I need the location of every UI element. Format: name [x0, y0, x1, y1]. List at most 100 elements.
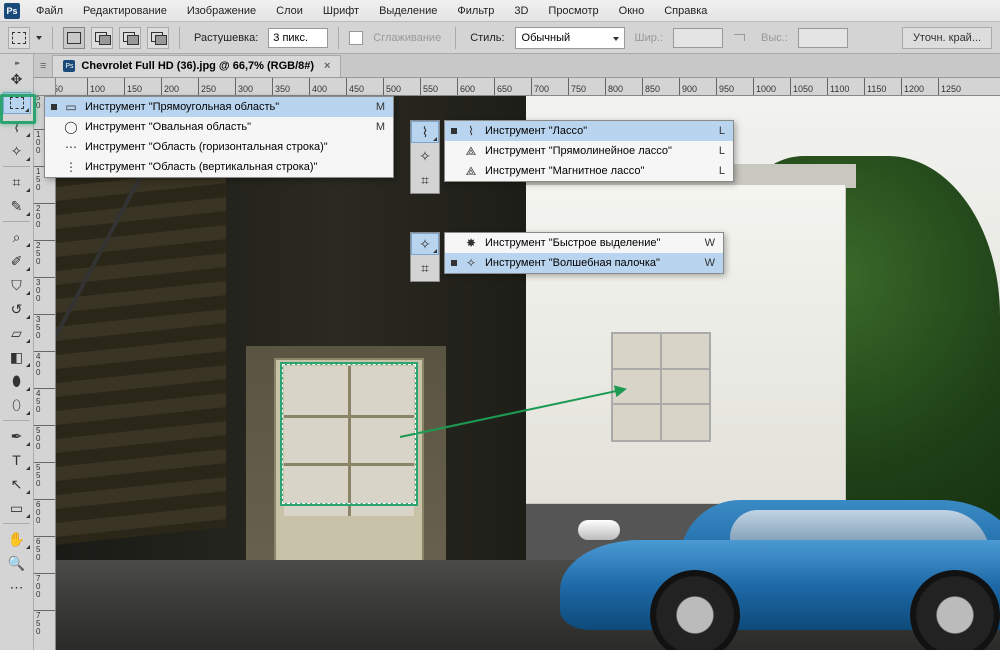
flyout-label: Инструмент "Прямоугольная область" — [85, 101, 365, 113]
menu-file[interactable]: Файл — [26, 2, 73, 20]
stamp-icon: ⛉ — [11, 278, 22, 292]
eraser-icon: ▱ — [11, 326, 22, 340]
menu-3d[interactable]: 3D — [504, 2, 538, 20]
menu-filter[interactable]: Фильтр — [447, 2, 504, 20]
menu-layers[interactable]: Слои — [266, 2, 313, 20]
pen-tool[interactable]: ✒ — [3, 425, 31, 447]
extra-tool[interactable]: ⋯ — [3, 576, 31, 598]
dropdown-icon[interactable] — [36, 36, 42, 40]
menu-image[interactable]: Изображение — [177, 2, 266, 20]
selected-indicator-icon — [451, 168, 457, 174]
flyout-item[interactable]: ✸Инструмент "Быстрое выделение"W — [445, 233, 723, 253]
style-select[interactable]: Обычный — [515, 27, 625, 49]
blur-tool[interactable]: ⬮ — [3, 370, 31, 392]
flyout-indicator-icon — [26, 133, 30, 137]
style-label: Стиль: — [466, 32, 508, 44]
width-label: Шир.: — [631, 32, 667, 44]
flyout-indicator-icon — [433, 137, 437, 141]
stamp-tool[interactable]: ⛉ — [3, 274, 31, 296]
tool-preset-picker[interactable] — [8, 27, 30, 49]
flyout-item[interactable]: ▭Инструмент "Прямоугольная область"M — [45, 97, 393, 117]
panel-collapse-handle[interactable] — [0, 58, 33, 68]
tab-close-button[interactable]: × — [320, 60, 330, 72]
menubar: Ps Файл Редактирование Изображение Слои … — [0, 0, 1000, 22]
flyout-indicator-icon — [26, 157, 30, 161]
lasso-tool-mini[interactable]: ⌇ — [411, 121, 439, 143]
vertical-ruler[interactable]: 5010015020025030035040045050055060065070… — [34, 96, 56, 650]
history-brush-icon: ↺ — [11, 302, 23, 316]
menu-help[interactable]: Справка — [654, 2, 717, 20]
scene-stairs — [56, 127, 226, 545]
square-icon — [67, 32, 81, 44]
shape-tool[interactable]: ▭ — [3, 497, 31, 519]
menu-type[interactable]: Шрифт — [313, 2, 369, 20]
flyout-item[interactable]: ⟁Инструмент "Магнитное лассо"L — [445, 161, 733, 181]
wand-tool-mini[interactable]: ✧ — [411, 145, 439, 167]
horizontal-ruler[interactable]: 5010015020025030035040045050055060065070… — [56, 78, 1000, 96]
move-tool[interactable]: ✥ — [3, 68, 31, 90]
wand-tool[interactable]: ✧ — [3, 140, 31, 162]
flyout-item[interactable]: ◯Инструмент "Овальная область"M — [45, 117, 393, 137]
crop-tool-mini[interactable]: ⌗ — [411, 257, 439, 279]
tool-icon: ⌇ — [463, 124, 479, 138]
hand-icon: ✋ — [8, 532, 25, 546]
flyout-indicator-icon — [26, 411, 30, 415]
menu-view[interactable]: Просмотр — [538, 2, 608, 20]
crop-icon: ⌗ — [421, 173, 429, 187]
ruler-origin[interactable] — [34, 78, 56, 96]
rect-marquee-icon — [12, 32, 26, 44]
app-logo: Ps — [4, 3, 20, 19]
eyedropper-tool[interactable]: ✎ — [3, 195, 31, 217]
crop-tool[interactable]: ⌗ — [3, 171, 31, 193]
crop-tool-mini[interactable]: ⌗ — [411, 169, 439, 191]
selection-new-button[interactable] — [63, 27, 85, 49]
brush-tool[interactable]: ✐ — [3, 250, 31, 272]
tool-icon: ⋮ — [63, 160, 79, 174]
workspace: ✥ ⌇ ✧ ⌗ ✎ ⌕ ✐ ⛉ ↺ ▱ ◧ ⬮ ⬯ ✒ T ↖ ▭ ✋ 🔍 ⋯ … — [0, 54, 1000, 650]
selection-intersect-button[interactable] — [147, 27, 169, 49]
marquee-flyout: ▭Инструмент "Прямоугольная область"M◯Инс… — [44, 96, 394, 178]
gradient-icon: ◧ — [10, 350, 23, 364]
flyout-shortcut: W — [701, 257, 715, 269]
flyout-label: Инструмент "Овальная область" — [85, 121, 365, 133]
menu-window[interactable]: Окно — [609, 2, 655, 20]
antialias-label: Сглаживание — [369, 32, 445, 44]
flyout-shortcut: W — [701, 237, 715, 249]
car-headlight — [578, 520, 620, 540]
swap-wh-button[interactable] — [729, 27, 751, 49]
dodge-tool[interactable]: ⬯ — [3, 394, 31, 416]
flyout-item[interactable]: ⌇Инструмент "Лассо"L — [445, 121, 733, 141]
gradient-tool[interactable]: ◧ — [3, 346, 31, 368]
path-tool[interactable]: ↖ — [3, 473, 31, 495]
flyout-item[interactable]: ✧Инструмент "Волшебная палочка"W — [445, 253, 723, 273]
refine-edge-button[interactable]: Уточн. край... — [902, 27, 992, 49]
width-input — [673, 28, 723, 48]
tab-menu-icon[interactable]: ≡ — [40, 60, 46, 72]
separator — [3, 221, 30, 222]
selection-subtract-button[interactable] — [119, 27, 141, 49]
feather-input[interactable] — [268, 28, 328, 48]
annotation-highlight — [0, 94, 36, 124]
eyedropper-icon: ✎ — [11, 199, 23, 213]
history-brush-tool[interactable]: ↺ — [3, 298, 31, 320]
document-tab[interactable]: Ps Chevrolet Full HD (36).jpg @ 66,7% (R… — [52, 55, 341, 77]
flyout-item[interactable]: ⋮Инструмент "Область (вертикальная строк… — [45, 157, 393, 177]
heal-tool[interactable]: ⌕ — [3, 226, 31, 248]
selection-add-button[interactable] — [91, 27, 113, 49]
antialias-checkbox[interactable] — [349, 31, 363, 45]
tool-icon: ⟁ — [463, 144, 479, 159]
flyout-indicator-icon — [433, 249, 437, 253]
flyout-item[interactable]: ⋯Инструмент "Область (горизонтальная стр… — [45, 137, 393, 157]
flyout-indicator-icon — [26, 442, 30, 446]
flyout-label: Инструмент "Область (горизонтальная стро… — [85, 141, 365, 153]
wand-tool-mini[interactable]: ✧ — [411, 233, 439, 255]
menu-select[interactable]: Выделение — [369, 2, 447, 20]
overlap-sub-icon — [123, 32, 137, 44]
hand-tool[interactable]: ✋ — [3, 528, 31, 550]
menu-edit[interactable]: Редактирование — [73, 2, 177, 20]
eraser-tool[interactable]: ▱ — [3, 322, 31, 344]
flyout-item[interactable]: ⟁Инструмент "Прямолинейное лассо"L — [445, 141, 733, 161]
car-wheel — [650, 570, 740, 650]
zoom-tool[interactable]: 🔍 — [3, 552, 31, 574]
type-tool[interactable]: T — [3, 449, 31, 471]
